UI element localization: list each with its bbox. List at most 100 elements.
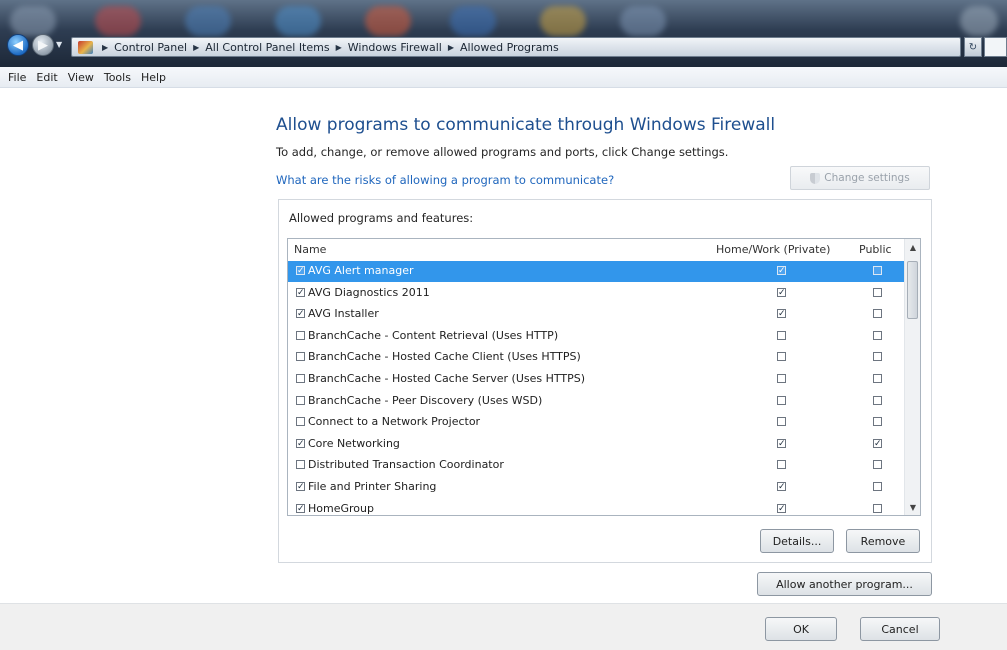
- public-checkbox[interactable]: [873, 482, 882, 491]
- breadcrumb-all-items[interactable]: All Control Panel Items: [205, 41, 329, 54]
- table-row[interactable]: BranchCache - Hosted Cache Server (Uses …: [288, 369, 904, 390]
- column-header-home-work[interactable]: Home/Work (Private): [716, 243, 830, 256]
- table-row[interactable]: ✓ AVG Diagnostics 2011 ✓: [288, 283, 904, 304]
- home-work-checkbox[interactable]: ✓: [777, 287, 786, 297]
- allow-another-program-button[interactable]: Allow another program...: [757, 572, 932, 596]
- program-name: Connect to a Network Projector: [308, 415, 481, 429]
- menu-bar: File Edit View Tools Help: [0, 67, 1007, 88]
- breadcrumb-control-panel[interactable]: Control Panel: [114, 41, 187, 54]
- program-name: HomeGroup: [308, 501, 374, 515]
- vertical-scrollbar[interactable]: ▲ ▼: [904, 239, 920, 515]
- table-row[interactable]: BranchCache - Content Retrieval (Uses HT…: [288, 326, 904, 347]
- menu-help[interactable]: Help: [141, 71, 166, 84]
- program-enabled-checkbox[interactable]: [296, 395, 305, 405]
- public-checkbox[interactable]: [873, 266, 882, 275]
- home-work-checkbox[interactable]: [777, 352, 786, 362]
- program-name: BranchCache - Hosted Cache Server (Uses …: [308, 372, 586, 385]
- program-enabled-checkbox[interactable]: [296, 352, 305, 362]
- program-name: AVG Diagnostics 2011: [308, 285, 430, 299]
- program-enabled-checkbox[interactable]: ✓: [296, 309, 305, 319]
- search-input[interactable]: [984, 37, 1007, 57]
- program-name: BranchCache - Content Retrieval (Uses HT…: [308, 328, 559, 342]
- public-checkbox[interactable]: [873, 352, 882, 362]
- program-name: BranchCache - Hosted Cache Client (Uses …: [308, 350, 581, 364]
- program-enabled-checkbox[interactable]: ✓: [296, 503, 305, 513]
- taskbar-app-icon: [275, 6, 321, 36]
- program-enabled-checkbox[interactable]: ✓: [296, 482, 305, 492]
- program-name: BranchCache - Peer Discovery (Uses WSD): [308, 393, 543, 407]
- chevron-right-icon[interactable]: ▶: [448, 43, 454, 52]
- program-enabled-checkbox[interactable]: ✓: [296, 438, 305, 448]
- home-work-checkbox[interactable]: ✓: [777, 309, 786, 319]
- table-row[interactable]: ✓ File and Printer Sharing ✓: [288, 477, 904, 498]
- public-checkbox[interactable]: [873, 503, 882, 513]
- refresh-icon[interactable]: ↻: [964, 37, 982, 57]
- table-row[interactable]: ✓ Core Networking ✓ ✓: [288, 434, 904, 455]
- table-row[interactable]: ✓ AVG Installer ✓: [288, 304, 904, 325]
- home-work-checkbox[interactable]: [777, 330, 786, 340]
- chevron-right-icon[interactable]: ▶: [193, 43, 199, 52]
- menu-tools[interactable]: Tools: [104, 71, 131, 84]
- column-header-public[interactable]: Public: [859, 243, 892, 256]
- home-work-checkbox[interactable]: ✓: [777, 482, 786, 492]
- public-checkbox[interactable]: [873, 330, 882, 340]
- home-work-checkbox[interactable]: [777, 395, 786, 405]
- taskbar-app-icon: [10, 6, 56, 36]
- home-work-checkbox[interactable]: ✓: [777, 438, 786, 448]
- address-bar[interactable]: ▶ Control Panel ▶ All Control Panel Item…: [71, 37, 961, 57]
- program-enabled-checkbox[interactable]: [296, 460, 305, 470]
- program-enabled-checkbox[interactable]: ✓: [296, 287, 305, 297]
- scrollbar-thumb[interactable]: [907, 261, 918, 319]
- column-header-name[interactable]: Name: [294, 243, 326, 256]
- ok-button[interactable]: OK: [765, 617, 837, 641]
- program-name: Distributed Transaction Coordinator: [308, 458, 504, 472]
- back-arrow-icon[interactable]: ◀: [7, 34, 29, 56]
- table-row[interactable]: BranchCache - Hosted Cache Client (Uses …: [288, 347, 904, 368]
- public-checkbox[interactable]: ✓: [873, 438, 882, 448]
- program-enabled-checkbox[interactable]: [296, 330, 305, 340]
- home-work-checkbox[interactable]: [777, 460, 786, 470]
- home-work-checkbox[interactable]: ✓: [777, 266, 786, 276]
- public-checkbox[interactable]: [873, 417, 882, 427]
- menu-edit[interactable]: Edit: [36, 71, 57, 84]
- menu-file[interactable]: File: [8, 71, 26, 84]
- remove-button[interactable]: Remove: [846, 529, 920, 553]
- scroll-down-arrow-icon[interactable]: ▼: [905, 499, 920, 515]
- program-name: File and Printer Sharing: [308, 480, 437, 493]
- home-work-checkbox[interactable]: [777, 417, 786, 427]
- scroll-up-arrow-icon[interactable]: ▲: [905, 239, 920, 255]
- public-checkbox[interactable]: [873, 395, 882, 405]
- table-row[interactable]: Distributed Transaction Coordinator: [288, 455, 904, 476]
- table-row[interactable]: BranchCache - Peer Discovery (Uses WSD): [288, 391, 904, 412]
- cancel-button[interactable]: Cancel: [860, 617, 940, 641]
- table-row[interactable]: ✓ AVG Alert manager ✓: [288, 261, 904, 282]
- public-checkbox[interactable]: [873, 309, 882, 319]
- title-bar: ◀ ▶ ▼ ▶ Control Panel ▶ All Control Pane…: [0, 0, 1007, 67]
- allowed-programs-list[interactable]: Name Home/Work (Private) Public ✓ AVG Ale…: [287, 238, 921, 516]
- home-work-checkbox[interactable]: ✓: [777, 503, 786, 513]
- forward-arrow-icon[interactable]: ▶: [32, 34, 54, 56]
- recent-pages-dropdown-icon[interactable]: ▼: [56, 40, 62, 49]
- menu-view[interactable]: View: [68, 71, 94, 84]
- details-button[interactable]: Details...: [760, 529, 834, 553]
- table-row[interactable]: ✓ HomeGroup ✓: [288, 499, 904, 515]
- program-enabled-checkbox[interactable]: [296, 417, 305, 427]
- list-header: Name Home/Work (Private) Public: [288, 239, 904, 262]
- chevron-right-icon: ▶: [102, 42, 109, 52]
- uac-shield-icon: [810, 172, 821, 184]
- risks-help-link[interactable]: What are the risks of allowing a program…: [276, 173, 614, 187]
- home-work-checkbox[interactable]: [777, 374, 786, 383]
- taskbar-app-icon: [95, 6, 141, 36]
- table-row[interactable]: Connect to a Network Projector: [288, 412, 904, 433]
- program-name: AVG Installer: [308, 307, 379, 321]
- public-checkbox[interactable]: [873, 287, 882, 297]
- breadcrumb-windows-firewall[interactable]: Windows Firewall: [348, 41, 442, 54]
- chevron-right-icon[interactable]: ▶: [336, 43, 342, 52]
- public-checkbox[interactable]: [873, 374, 882, 383]
- program-enabled-checkbox[interactable]: ✓: [296, 266, 305, 276]
- change-settings-button[interactable]: Change settings: [790, 166, 930, 190]
- breadcrumb-allowed-programs[interactable]: Allowed Programs: [460, 41, 559, 54]
- program-enabled-checkbox[interactable]: [296, 374, 305, 383]
- change-settings-label: Change settings: [824, 172, 910, 184]
- public-checkbox[interactable]: [873, 460, 882, 470]
